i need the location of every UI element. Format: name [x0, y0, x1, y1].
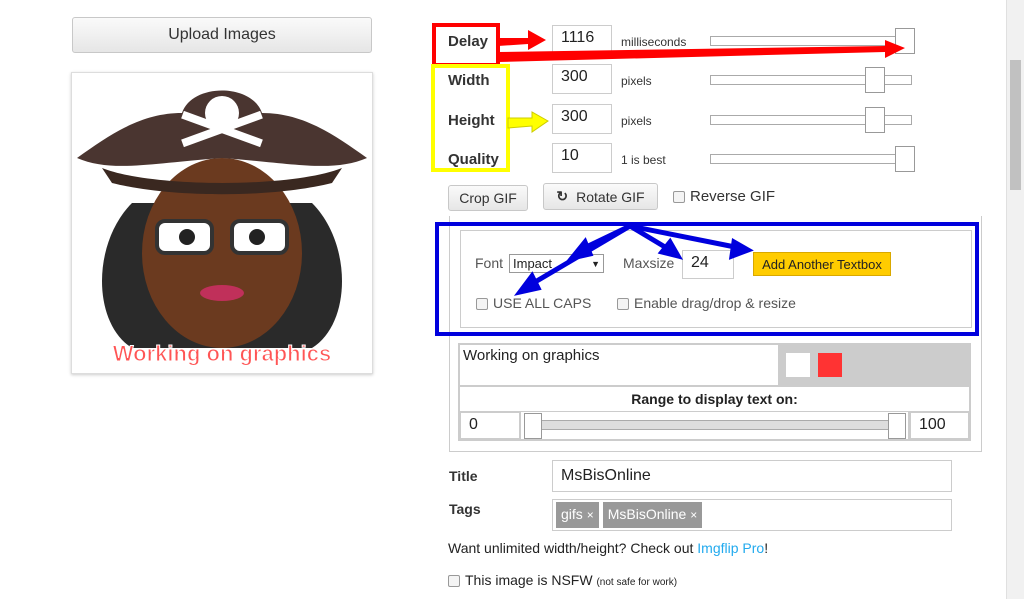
height-input[interactable]: 300 [552, 104, 612, 134]
text-input[interactable]: Working on graphics [460, 345, 778, 385]
reverse-label: Reverse GIF [690, 188, 776, 205]
font-select[interactable]: Impact ▼ [509, 254, 604, 273]
quality-slider[interactable] [710, 146, 916, 172]
upload-images-button[interactable]: Upload Images [72, 17, 372, 53]
height-label: Height [448, 112, 495, 129]
maxsize-input[interactable]: 24 [682, 250, 734, 279]
gif-preview: Working on graphics [71, 72, 373, 374]
height-unit: pixels [621, 114, 652, 128]
nsfw-checkbox[interactable]: This image is NSFW (not safe for work) [448, 572, 677, 588]
delay-label: Delay [448, 33, 489, 50]
reverse-gif-checkbox[interactable]: Reverse GIF [673, 188, 775, 205]
range-max-handle[interactable] [888, 413, 906, 439]
width-slider[interactable] [710, 67, 912, 93]
rotate-gif-button[interactable]: ↻ Rotate GIF [543, 183, 658, 210]
title-input[interactable]: MsBisOnline [552, 460, 952, 492]
font-label: Font [475, 255, 504, 271]
caption-text: Working on graphics [113, 341, 331, 366]
quality-unit: 1 is best [621, 153, 666, 167]
delay-unit: milliseconds [621, 35, 687, 49]
slider-handle[interactable] [895, 28, 916, 54]
range-max-input[interactable]: 100 [910, 412, 969, 439]
tag-chip: MsBisOnline × [602, 502, 703, 528]
range-label: Range to display text on: [460, 387, 969, 411]
height-slider[interactable] [710, 107, 912, 133]
imgflip-pro-link[interactable]: Imgflip Pro [697, 540, 764, 556]
width-input[interactable]: 300 [552, 64, 612, 94]
rotate-icon: ↻ [556, 188, 569, 204]
red-arrow-icon [498, 30, 546, 50]
scrollbar[interactable] [1006, 0, 1024, 599]
range-slider[interactable] [530, 420, 900, 430]
title-label: Title [449, 468, 478, 484]
width-unit: pixels [621, 74, 652, 88]
slider-handle[interactable] [895, 146, 916, 172]
maxsize-label: Maxsize [623, 255, 675, 271]
tags-label: Tags [449, 501, 481, 517]
tags-input[interactable]: gifs × MsBisOnline × [552, 499, 952, 531]
all-caps-checkbox[interactable]: USE ALL CAPS [476, 295, 591, 311]
slider-handle[interactable] [864, 107, 885, 133]
quality-label: Quality [448, 151, 499, 168]
slider-handle[interactable] [864, 67, 885, 93]
width-label: Width [448, 72, 490, 89]
remove-tag-icon[interactable]: × [587, 508, 594, 522]
delay-input[interactable]: 1116 [552, 25, 612, 55]
quality-input[interactable]: 10 [552, 143, 612, 173]
crop-gif-button[interactable]: Crop GIF [448, 185, 528, 211]
avatar-image: Working on graphics [77, 90, 367, 367]
remove-tag-icon[interactable]: × [690, 508, 697, 522]
range-min-handle[interactable] [524, 413, 542, 439]
rotate-label: Rotate GIF [576, 188, 645, 205]
yellow-arrow-icon [507, 111, 549, 133]
pro-promo: Want unlimited width/height? Check out I… [448, 540, 769, 556]
text-color-swatch[interactable] [786, 353, 810, 377]
range-min-input[interactable]: 0 [460, 412, 520, 439]
outline-color-swatch[interactable] [818, 353, 842, 377]
scrollbar-thumb[interactable] [1010, 60, 1021, 190]
chevron-down-icon: ▼ [591, 259, 600, 269]
drag-drop-checkbox[interactable]: Enable drag/drop & resize [617, 295, 796, 311]
text-options [460, 230, 972, 328]
tag-chip: gifs × [556, 502, 599, 528]
add-textbox-button[interactable]: Add Another Textbox [753, 252, 891, 276]
delay-slider[interactable] [710, 28, 916, 54]
